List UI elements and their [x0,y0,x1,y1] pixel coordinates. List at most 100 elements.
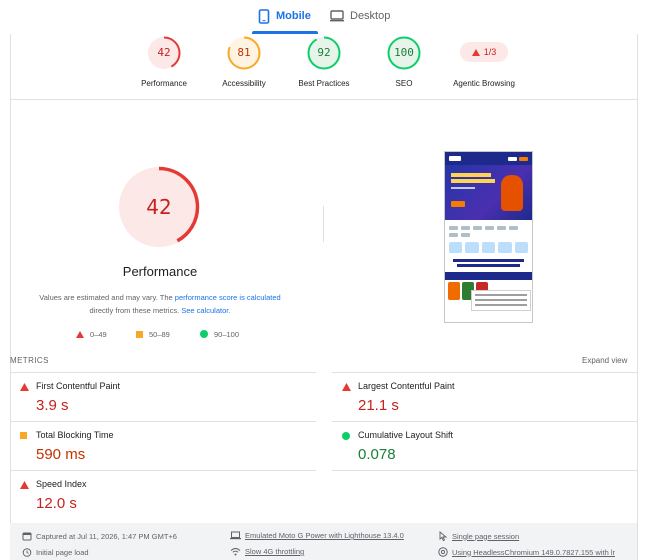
tab-mobile-label: Mobile [276,10,311,22]
page-screenshot-thumbnail [444,151,533,323]
thumb-logo [449,156,461,161]
thumb-popular-bar [445,272,532,280]
metric-name: First Contentful Paint [36,381,121,391]
gauge-agentic-browsing[interactable]: 1/3 Agentic Browsing [442,36,526,88]
warning-triangle-icon [471,48,480,56]
metric-value: 21.1 s [358,397,399,414]
fail-triangle-icon [20,481,29,489]
summary-divider [10,99,637,100]
load-text: Initial page load [36,547,89,557]
agentic-value: 1/3 [483,47,497,57]
metrics-divider [332,372,637,373]
average-square-icon [20,432,27,439]
performance-title: Performance [122,264,198,279]
legend-fail: 0–49 [76,328,107,340]
thumb-buttons [508,156,528,161]
metrics-divider [10,470,316,471]
metric-name: Largest Contentful Paint [358,381,455,391]
gauge-score: 81 [237,46,251,59]
initial-load: Initial page load [22,547,89,557]
pass-circle-icon [200,330,208,338]
gauge-label: Best Practices [298,79,350,88]
disclaimer-text: Values are estimated and may vary. The [39,293,173,302]
legend-pass: 90–100 [200,328,239,340]
gauge-label: Accessibility [222,79,266,88]
legend-average: 50–89 [136,328,170,340]
browser-info: Using HeadlessChromium 149.0.7827.155 wi… [438,547,615,557]
thumb-header [445,152,532,165]
thumb-cookie-banner [471,290,531,311]
score-calculation-link[interactable]: performance score is calculated [175,293,281,302]
tab-desktop[interactable]: Desktop [330,0,390,32]
throttle-text[interactable]: Slow 4G throttling [245,547,304,556]
vertical-separator [323,206,324,242]
gauge-performance[interactable]: 42 Performance [119,36,209,88]
thumb-character-image [501,175,523,211]
fail-triangle-icon [76,330,84,338]
session-type: Single page session [438,531,519,541]
calendar-icon [22,532,32,541]
gauge-seo[interactable]: 100 SEO [359,36,449,88]
fail-triangle-icon [342,383,351,391]
gauge-score: 42 [157,46,171,59]
performance-score: 42 [146,195,172,219]
monitor-icon [330,10,344,22]
expand-view-toggle[interactable]: Expand view [582,356,627,365]
metric-value: 3.9 s [36,397,69,414]
thumb-category-tiles [445,237,532,253]
metric-value: 590 ms [36,446,86,463]
session-text[interactable]: Single page session [452,532,519,541]
run-info-footer: Captured at Jul 11, 2026, 1:47 PM GMT+6 … [10,523,637,560]
pass-circle-icon [342,432,350,440]
metrics-divider [10,421,316,422]
legend-average-label: 50–89 [149,329,170,339]
metric-value: 12.0 s [36,495,77,512]
device-text[interactable]: Emulated Moto G Power with Lighthouse 13… [245,531,404,540]
agentic-badge: 1/3 [460,42,508,62]
thumb-heading-line-2 [457,264,520,267]
device-tabs: Mobile Desktop [0,0,648,34]
average-square-icon [136,330,143,338]
captured-at: Captured at Jul 11, 2026, 1:47 PM GMT+6 [22,531,177,541]
laptop-icon [230,531,241,540]
frame-border-left [10,34,11,560]
smartphone-icon [258,8,270,24]
thumb-heading-line [453,259,524,262]
tab-desktop-label: Desktop [350,10,391,22]
pointer-icon [439,531,448,541]
active-tab-indicator [252,31,318,34]
agentic-label: Agentic Browsing [453,79,515,88]
browser-text[interactable]: Using HeadlessChromium 149.0.7827.155 wi… [452,548,615,557]
gauge-label: Performance [141,79,187,88]
gauge-label: SEO [395,79,413,88]
metric-name: Total Blocking Time [36,430,114,440]
metrics-divider [332,421,637,422]
metric-value: 0.078 [358,446,396,463]
fail-triangle-icon [20,383,29,391]
metric-name: Cumulative Layout Shift [358,430,454,440]
metrics-divider [10,372,316,373]
legend-fail-label: 0–49 [90,329,107,339]
performance-gauge: 42 [118,166,200,248]
metrics-heading: METRICS [10,356,49,365]
gauge-score: 100 [394,46,414,59]
disclaimer-text-2: directly from these metrics. [89,306,180,315]
wifi-icon [230,548,241,556]
chrome-icon [438,547,448,557]
frame-border-right [637,34,638,560]
legend-pass-label: 90–100 [214,329,240,339]
thumb-payment-icons [445,220,532,237]
performance-disclaimer: Values are estimated and may vary. The p… [22,291,298,317]
network-throttling: Slow 4G throttling [230,547,304,556]
captured-text: Captured at Jul 11, 2026, 1:47 PM GMT+6 [36,531,177,541]
emulated-device: Emulated Moto G Power with Lighthouse 13… [230,531,404,540]
gauge-accessibility[interactable]: 81 Accessibility [199,36,289,88]
metrics-divider [332,470,637,471]
metric-name: Speed Index [36,479,87,489]
tab-mobile[interactable]: Mobile [258,0,311,32]
timer-icon [22,548,32,557]
see-calculator-link[interactable]: See calculator. [181,306,230,315]
gauge-best-practices[interactable]: 92 Best Practices [279,36,369,88]
thumb-banner [445,165,532,220]
gauge-score: 92 [317,46,331,59]
